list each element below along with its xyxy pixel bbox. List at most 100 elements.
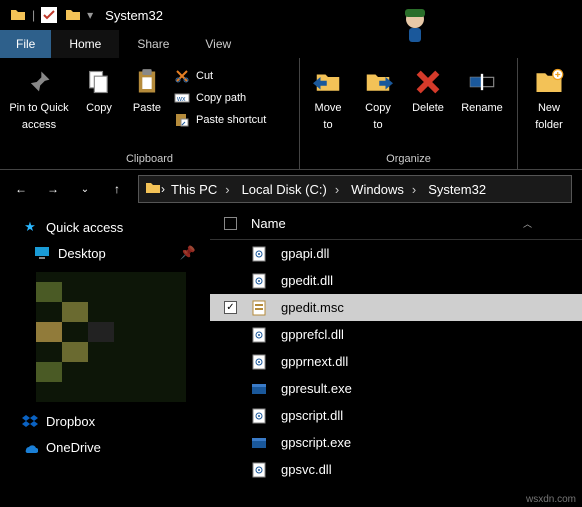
nav-desktop[interactable]: Desktop 📌 [0, 240, 210, 266]
file-name: gpscript.dll [281, 408, 343, 423]
row-checkbox[interactable] [224, 355, 237, 368]
file-row[interactable]: gpscript.dll [210, 402, 582, 429]
file-row[interactable]: gpsvc.dll [210, 456, 582, 483]
row-checkbox[interactable] [224, 463, 237, 476]
file-row[interactable]: gpprnext.dll [210, 348, 582, 375]
rename-button[interactable]: Rename [456, 64, 508, 115]
svg-text:wx: wx [176, 96, 186, 103]
tab-file[interactable]: File [0, 30, 51, 58]
file-row[interactable]: ✓gpedit.msc [210, 294, 582, 321]
desktop-icon [34, 245, 50, 261]
tab-view[interactable]: View [187, 30, 249, 58]
file-name: gpapi.dll [281, 246, 329, 261]
new-folder-icon [533, 66, 565, 98]
file-list: gpapi.dll gpedit.dll ✓gpedit.msc gpprefcl.d… [210, 240, 582, 483]
breadcrumb-folder-icon [145, 180, 161, 199]
pin-label-1: Pin to Quick [9, 102, 68, 115]
cut-label: Cut [196, 70, 213, 82]
delete-label: Delete [412, 102, 444, 115]
row-checkbox[interactable]: ✓ [224, 301, 237, 314]
file-type-icon [251, 300, 267, 316]
folder-small-icon [65, 7, 81, 23]
column-name[interactable]: Name [251, 216, 286, 231]
delete-button[interactable]: Delete [406, 64, 450, 115]
rename-icon [466, 66, 498, 98]
pin-to-quick-access-button[interactable]: Pin to Quick access [6, 64, 72, 131]
desktop-preview [36, 272, 186, 402]
file-row[interactable]: gpedit.dll [210, 267, 582, 294]
navigation-pane: ★ Quick access Desktop 📌 Dropbox [0, 208, 210, 507]
quick-access-dropdown[interactable]: ▾ [87, 8, 93, 22]
separator: | [32, 8, 35, 22]
file-row[interactable]: gpapi.dll [210, 240, 582, 267]
content-area: ★ Quick access Desktop 📌 Dropbox [0, 208, 582, 507]
quick-access-check-icon[interactable] [41, 7, 57, 23]
new-folder-button[interactable]: New folder [524, 64, 574, 131]
tab-share[interactable]: Share [119, 30, 187, 58]
watermark: wsxdn.com [526, 494, 576, 505]
group-title-new [524, 165, 574, 169]
file-type-icon [251, 246, 267, 262]
breadcrumb-this-pc[interactable]: This PC› [165, 182, 236, 197]
nav-onedrive[interactable]: OneDrive [0, 434, 210, 460]
nav-dropbox[interactable]: Dropbox [0, 408, 210, 434]
copy-to-button[interactable]: Copy to [356, 64, 400, 131]
onedrive-icon [22, 439, 38, 455]
copy-to-label-2: to [373, 119, 382, 132]
move-label-1: Move [315, 102, 342, 115]
paste-button[interactable]: Paste [126, 64, 168, 115]
file-type-icon [251, 408, 267, 424]
file-row[interactable]: gpresult.exe [210, 375, 582, 402]
breadcrumb-bar[interactable]: › This PC› Local Disk (C:)› Windows› Sys… [138, 175, 572, 203]
nav-forward-button[interactable]: → [42, 178, 64, 200]
row-checkbox[interactable] [224, 382, 237, 395]
file-name: gpprefcl.dll [281, 327, 344, 342]
row-checkbox[interactable] [224, 409, 237, 422]
paste-shortcut-button[interactable]: Paste shortcut [174, 112, 266, 128]
paste-shortcut-label: Paste shortcut [196, 114, 266, 126]
file-type-icon [251, 273, 267, 289]
nav-back-button[interactable]: ← [10, 178, 32, 200]
cut-button[interactable]: Cut [174, 68, 266, 84]
paste-icon [131, 66, 163, 98]
row-checkbox[interactable] [224, 247, 237, 260]
copy-button[interactable]: Copy [78, 64, 120, 115]
nav-quick-access[interactable]: ★ Quick access [0, 214, 210, 240]
group-title-clipboard: Clipboard [6, 153, 293, 169]
copy-path-label: Copy path [196, 92, 246, 104]
file-type-icon [251, 381, 267, 397]
file-name: gpedit.dll [281, 273, 333, 288]
file-name: gpprnext.dll [281, 354, 348, 369]
group-title-organize: Organize [306, 153, 511, 169]
breadcrumb-local-disk[interactable]: Local Disk (C:)› [236, 182, 346, 197]
copy-path-icon: wx [174, 90, 190, 106]
row-checkbox[interactable] [224, 274, 237, 287]
file-type-icon [251, 462, 267, 478]
dropbox-icon [22, 413, 38, 429]
column-header[interactable]: Name ︿ [210, 208, 582, 240]
folder-icon [10, 7, 26, 23]
new-folder-label-1: New [538, 102, 560, 115]
copy-icon [83, 66, 115, 98]
title-bar: | ▾ System32 [0, 0, 582, 30]
file-row[interactable]: gpprefcl.dll [210, 321, 582, 348]
move-to-button[interactable]: Move to [306, 64, 350, 131]
file-type-icon [251, 435, 267, 451]
nav-up-button[interactable]: ↑ [106, 178, 128, 200]
copy-path-button[interactable]: wx Copy path [174, 90, 266, 106]
delete-icon [412, 66, 444, 98]
rename-label: Rename [461, 102, 503, 115]
file-row[interactable]: gpscript.exe [210, 429, 582, 456]
select-all-checkbox[interactable] [224, 217, 237, 230]
breadcrumb-windows[interactable]: Windows› [345, 182, 422, 197]
tab-home[interactable]: Home [51, 30, 119, 58]
file-type-icon [251, 327, 267, 343]
breadcrumb-system32[interactable]: System32 [422, 182, 492, 197]
pin-icon [23, 66, 55, 98]
nav-history-dropdown[interactable]: ⌄ [74, 178, 96, 200]
copy-to-label-1: Copy [365, 102, 391, 115]
file-name: gpscript.exe [281, 435, 351, 450]
star-icon: ★ [22, 219, 38, 235]
row-checkbox[interactable] [224, 328, 237, 341]
row-checkbox[interactable] [224, 436, 237, 449]
